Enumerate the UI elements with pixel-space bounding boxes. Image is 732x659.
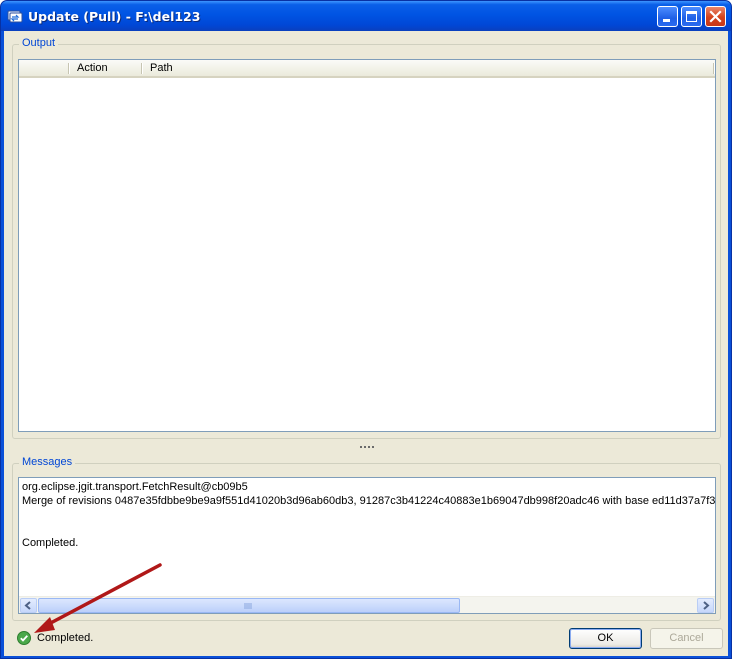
scroll-left-button[interactable] bbox=[20, 598, 37, 613]
pane-sash-handle[interactable] bbox=[359, 445, 375, 449]
output-table[interactable]: Action Path bbox=[18, 59, 716, 432]
check-circle-icon bbox=[17, 631, 31, 645]
message-line: Completed. bbox=[22, 537, 79, 549]
chevron-right-icon bbox=[703, 601, 710, 610]
column-separator[interactable] bbox=[713, 63, 714, 74]
minimize-button[interactable] bbox=[657, 6, 678, 27]
messages-group-label: Messages bbox=[19, 456, 76, 468]
dialog-window: Update (Pull) - F:\del123 Output Action … bbox=[0, 0, 732, 659]
column-header-path[interactable]: Path bbox=[143, 60, 703, 76]
window-title: Update (Pull) - F:\del123 bbox=[28, 9, 201, 24]
output-table-header: Action Path bbox=[19, 60, 715, 78]
column-separator[interactable] bbox=[68, 63, 69, 74]
title-bar[interactable]: Update (Pull) - F:\del123 bbox=[1, 1, 731, 31]
close-icon bbox=[709, 10, 722, 23]
maximize-button[interactable] bbox=[681, 6, 702, 27]
status-message: Completed. bbox=[37, 632, 94, 644]
cancel-button[interactable]: Cancel bbox=[650, 628, 723, 649]
close-button[interactable] bbox=[705, 6, 726, 27]
maximize-icon bbox=[686, 11, 697, 22]
column-separator[interactable] bbox=[141, 63, 142, 74]
chevron-left-icon bbox=[24, 601, 31, 610]
output-group-label: Output bbox=[19, 37, 59, 49]
ok-button[interactable]: OK bbox=[569, 628, 642, 649]
grip-icon bbox=[244, 603, 252, 609]
scrollbar-thumb[interactable] bbox=[38, 598, 460, 613]
message-line: Merge of revisions 0487e35fdbbe9be9a9f55… bbox=[22, 495, 716, 507]
messages-text-area[interactable]: org.eclipse.jgit.transport.FetchResult@c… bbox=[18, 477, 716, 614]
message-line: org.eclipse.jgit.transport.FetchResult@c… bbox=[22, 481, 248, 493]
dialog-client-area: Output Action Path Messages org.eclipse. bbox=[4, 31, 728, 656]
scroll-right-button[interactable] bbox=[697, 598, 714, 613]
minimize-icon bbox=[663, 19, 670, 22]
horizontal-scrollbar[interactable] bbox=[19, 596, 715, 613]
column-header-action[interactable]: Action bbox=[70, 60, 142, 76]
column-header-status[interactable] bbox=[19, 60, 70, 76]
sync-icon bbox=[7, 10, 23, 23]
